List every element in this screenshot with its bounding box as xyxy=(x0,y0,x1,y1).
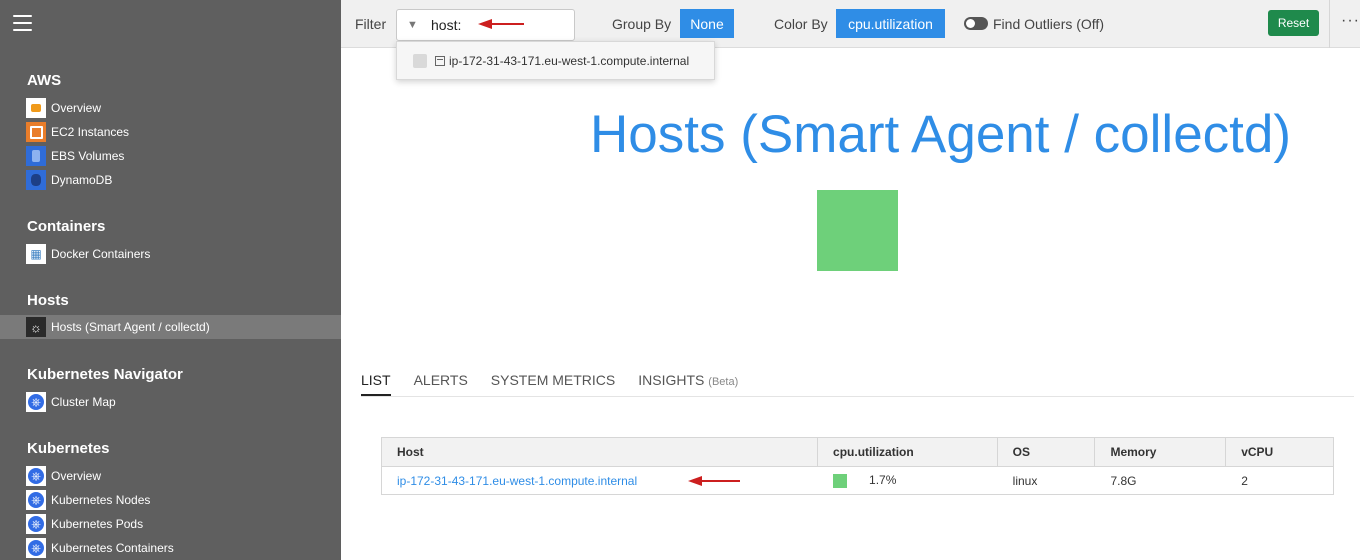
sidebar-item-aws-overview[interactable]: Overview xyxy=(0,96,341,120)
more-options-icon[interactable]: ··· xyxy=(1341,12,1360,30)
sidebar-item-hosts-smart-agent[interactable]: ☼ Hosts (Smart Agent / collectd) xyxy=(0,315,341,339)
sidebar-item-label: Docker Containers xyxy=(51,247,151,261)
annotation-arrow xyxy=(478,19,524,29)
host-icon: ☼ xyxy=(26,317,46,337)
filter-suggestion-dropdown[interactable]: ip-172-31-43-171.eu-west-1.compute.inter… xyxy=(396,41,715,80)
group-by-select[interactable]: None xyxy=(680,9,734,38)
sidebar-item-ec2-instances[interactable]: EC2 Instances xyxy=(0,120,341,144)
sidebar-item-kubernetes-containers[interactable]: Kubernetes Containers xyxy=(0,536,341,560)
hosts-table: Host cpu.utilization OS Memory vCPU ip-1… xyxy=(381,437,1334,495)
find-outliers-toggle[interactable] xyxy=(964,17,988,30)
kubernetes-icon xyxy=(26,538,46,558)
ec2-icon xyxy=(26,122,46,142)
sidebar-item-label: EC2 Instances xyxy=(51,125,130,139)
tab-insights[interactable]: INSIGHTS (Beta) xyxy=(638,372,738,397)
vcpu-value: 2 xyxy=(1241,473,1248,488)
tab-system-metrics[interactable]: SYSTEM METRICS xyxy=(491,372,615,397)
table-header: Host cpu.utilization OS Memory vCPU xyxy=(382,437,1333,467)
sidebar-item-kubernetes-pods[interactable]: Kubernetes Pods xyxy=(0,512,341,536)
tab-alerts[interactable]: ALERTS xyxy=(414,372,468,397)
section-title-hosts: Hosts xyxy=(27,292,69,309)
find-outliers-label: Find Outliers (Off) xyxy=(993,16,1104,32)
sidebar-item-label: DynamoDB xyxy=(51,173,113,187)
kubernetes-icon xyxy=(26,466,46,486)
color-by-label: Color By xyxy=(774,16,828,32)
sidebar-item-label: Hosts (Smart Agent / collectd) xyxy=(51,320,210,334)
suggestion-checkbox[interactable] xyxy=(413,53,427,68)
page-title: Hosts (Smart Agent / collectd) xyxy=(590,105,1292,164)
tab-insights-label: INSIGHTS xyxy=(638,372,705,388)
column-header-cpu[interactable]: cpu.utilization xyxy=(818,437,998,467)
window-icon xyxy=(435,55,445,66)
sidebar-item-ebs-volumes[interactable]: EBS Volumes xyxy=(0,144,341,168)
os-value: linux xyxy=(1012,473,1038,488)
table-row: ip-172-31-43-171.eu-west-1.compute.inter… xyxy=(382,467,1333,494)
sidebar-item-label: Kubernetes Containers xyxy=(51,541,174,555)
sidebar-item-label: Kubernetes Nodes xyxy=(51,493,151,507)
sidebar-item-dynamodb[interactable]: DynamoDB xyxy=(0,168,341,192)
section-title-containers: Containers xyxy=(27,218,106,235)
tabs-divider xyxy=(361,396,1354,397)
group-by-label: Group By xyxy=(612,16,672,32)
tab-list[interactable]: LIST xyxy=(361,372,391,397)
beta-badge: (Beta) xyxy=(708,376,739,388)
sidebar-item-label: Overview xyxy=(51,469,102,483)
sidebar-item-label: Cluster Map xyxy=(51,395,116,409)
sidebar-item-label: EBS Volumes xyxy=(51,149,125,163)
sidebar-item-label: Kubernetes Pods xyxy=(51,517,144,531)
host-link[interactable]: ip-172-31-43-171.eu-west-1.compute.inter… xyxy=(397,474,637,488)
column-header-vcpu[interactable]: vCPU xyxy=(1226,438,1333,467)
sidebar-item-cluster-map[interactable]: Cluster Map xyxy=(0,390,341,414)
tab-bar: LIST ALERTS SYSTEM METRICS INSIGHTS (Bet… xyxy=(361,372,761,397)
column-header-host[interactable]: Host xyxy=(382,437,819,467)
sidebar: AWS Overview EC2 Instances EBS Volumes D… xyxy=(0,0,341,560)
annotation-arrow xyxy=(688,476,740,486)
memory-value: 7.8G xyxy=(1110,473,1137,488)
kubernetes-icon xyxy=(26,490,46,510)
section-title-kubernetes: Kubernetes xyxy=(27,440,110,457)
sidebar-item-label: Overview xyxy=(51,101,102,115)
sidebar-item-kubernetes-nodes[interactable]: Kubernetes Nodes xyxy=(0,488,341,512)
cpu-color-swatch xyxy=(833,473,848,488)
column-header-os[interactable]: OS xyxy=(998,437,1096,467)
toolbar-divider xyxy=(1329,0,1330,48)
dynamodb-icon xyxy=(26,170,46,190)
kubernetes-icon xyxy=(26,514,46,534)
sidebar-item-docker-containers[interactable]: ▦ Docker Containers xyxy=(0,242,341,266)
cpu-value: 1.7% xyxy=(869,473,897,488)
kubernetes-icon xyxy=(26,392,46,412)
funnel-icon: ▼ xyxy=(407,19,418,31)
reset-button[interactable]: Reset xyxy=(1268,10,1319,36)
ebs-icon xyxy=(26,146,46,166)
column-header-memory[interactable]: Memory xyxy=(1095,437,1227,467)
suggestion-option[interactable]: ip-172-31-43-171.eu-west-1.compute.inter… xyxy=(449,54,689,68)
aws-icon xyxy=(26,98,46,118)
filter-label: Filter xyxy=(355,16,387,32)
sidebar-item-kubernetes-overview[interactable]: Overview xyxy=(0,464,341,488)
filter-input-value: host: xyxy=(431,17,462,33)
section-title-kubernetes-navigator: Kubernetes Navigator xyxy=(27,366,183,383)
section-title-aws: AWS xyxy=(27,72,62,89)
docker-icon: ▦ xyxy=(26,244,46,264)
color-by-select[interactable]: cpu.utilization xyxy=(836,9,945,38)
hamburger-menu-icon[interactable] xyxy=(13,15,32,31)
host-heatmap-tile[interactable] xyxy=(817,190,898,271)
